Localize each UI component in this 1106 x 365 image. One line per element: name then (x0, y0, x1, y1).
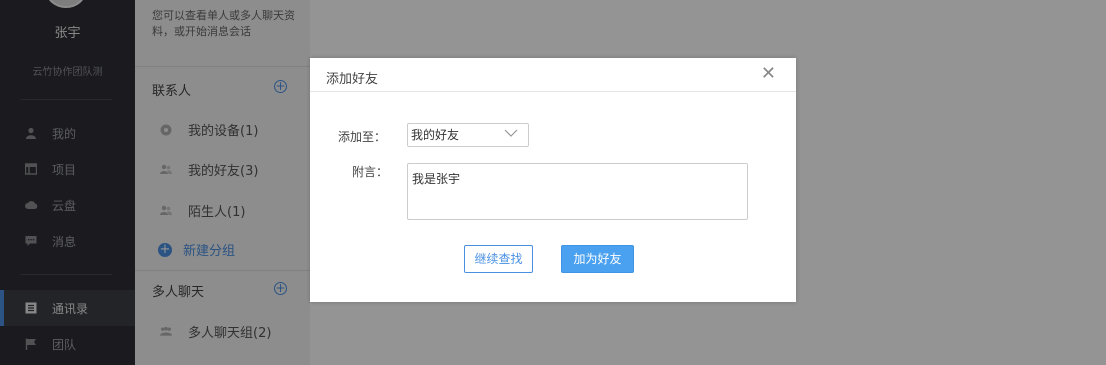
message-textarea[interactable]: 我是张宇 (407, 163, 748, 220)
close-icon[interactable]: ✕ (761, 63, 776, 84)
dialog-divider (310, 91, 796, 92)
chevron-down-icon (504, 129, 518, 137)
group-select-value: 我的好友 (411, 128, 460, 142)
add-friend-dialog: 添加好友 ✕ 添加至： 我的好友 附言： 我是张宇 继续查找 加为好友 (310, 58, 796, 302)
dialog-title: 添加好友 (326, 72, 379, 87)
add-to-label: 添加至： (338, 130, 387, 144)
message-label: 附言： (352, 165, 389, 179)
add-friend-button[interactable]: 加为好友 (561, 245, 634, 273)
continue-search-button[interactable]: 继续查找 (464, 245, 533, 273)
group-select[interactable]: 我的好友 (407, 123, 529, 147)
